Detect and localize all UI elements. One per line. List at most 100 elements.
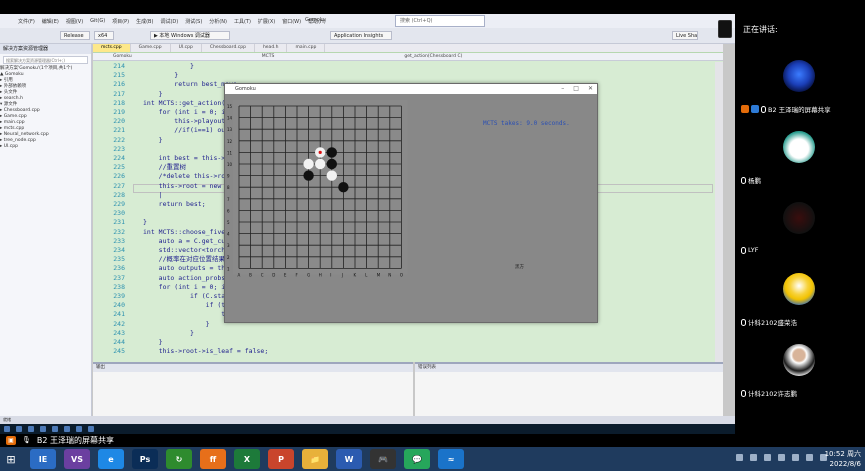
editor-tab[interactable]: main.cpp	[287, 44, 326, 52]
last-move-marker	[318, 150, 322, 154]
participant-name-row: 计科2102盛荣浩	[741, 317, 797, 327]
app-insights-button[interactable]: Application Insights	[330, 31, 392, 40]
editor-tab[interactable]: mcts.cpp	[93, 44, 131, 52]
mic-icon	[741, 389, 746, 397]
config-dropdown[interactable]: Release	[60, 31, 90, 40]
mic-icon	[741, 246, 746, 254]
participant-card[interactable]: LYF	[735, 194, 865, 264]
col-label: G	[307, 272, 310, 277]
line-number: 224	[113, 154, 125, 162]
taskbar-app-icon[interactable]: VS	[64, 449, 90, 469]
solution-item[interactable]: ▸ UI.cpp	[0, 144, 91, 150]
taskbar-app-icon[interactable]: ff	[200, 449, 226, 469]
editor-tab[interactable]: head.h	[255, 44, 288, 52]
minimize-icon[interactable]: –	[561, 84, 564, 94]
menu-item[interactable]: 测试(S)	[185, 18, 202, 25]
tray-icon[interactable]	[778, 454, 785, 461]
participant-name-row: B2 王泽瑞的屏幕共享	[741, 104, 831, 114]
tray-icon[interactable]	[750, 454, 757, 461]
editor-tab[interactable]: Game.cpp	[131, 44, 171, 52]
line-number: 233	[113, 236, 125, 245]
gomoku-titlebar[interactable]: Gomoku – □ ✕	[225, 84, 597, 94]
vs-search-input[interactable]: 搜索 (Ctrl+Q)	[395, 15, 485, 27]
taskbar-app-icon[interactable]: X	[234, 449, 260, 469]
tray-icon[interactable]	[764, 454, 771, 461]
menu-item[interactable]: Git(G)	[90, 18, 105, 24]
code-text: |	[143, 190, 163, 199]
avatar	[783, 60, 815, 92]
taskbar-app-icon[interactable]: e	[98, 449, 124, 469]
code-text: }	[143, 71, 179, 80]
gomoku-board[interactable]: 151413121110987654321A B C D E F G H I J K L M N O	[225, 94, 597, 322]
taskbar-app-icon[interactable]: IE	[30, 449, 56, 469]
editor-tab[interactable]: Chessboard.cpp	[202, 44, 255, 52]
editor-navbar: Gomoku MCTS get_action(Chessboard C)	[93, 53, 723, 61]
participant-name: 计科2102盛荣浩	[748, 319, 798, 327]
code-text: //概率在对应位置结果	[143, 255, 225, 264]
menu-item[interactable]: 扩展(X)	[258, 18, 275, 25]
nav-dropdown[interactable]: get_action(Chessboard C)	[404, 53, 462, 60]
tray-icon[interactable]	[806, 454, 813, 461]
code-text: auto action_probs	[143, 273, 226, 282]
code-text: std::vector<torch:	[143, 246, 230, 254]
col-label: K	[354, 272, 357, 277]
participant-card[interactable]: 杨鹏	[735, 123, 865, 193]
participant-card[interactable]: B2 王泽瑞的屏幕共享	[735, 52, 865, 122]
taskbar-app-icon[interactable]: 🎮	[370, 449, 396, 469]
participant-name-row: LYF	[741, 246, 758, 254]
code-text: for (int i = 0; i	[143, 108, 226, 116]
nav-dropdown[interactable]: Gomoku	[113, 53, 132, 60]
screen-share-label: ▣ 🎙 B2 王泽瑞的屏幕共享	[0, 434, 735, 447]
participant-card[interactable]: 计科2102盛荣浩	[735, 265, 865, 335]
gomoku-canvas[interactable]: 15 14 13 12 11 10 9 8 7 6 5 4 3 2 1 A B C D E F G H I J K L M N O MCT…	[225, 94, 597, 322]
solution-search-input[interactable]: 搜索解决方案资源管理器(Ctrl+;)	[3, 56, 88, 64]
white-stone	[326, 170, 337, 181]
participant-name-row: 杨鹏	[741, 175, 761, 185]
run-debugger-button[interactable]: ▶ 本地 Windows 调试器	[150, 31, 230, 40]
row-label: 2	[227, 255, 230, 260]
code-text: for (int i = 0; i	[143, 282, 226, 291]
taskbar-app-icon[interactable]: 📁	[302, 449, 328, 469]
menu-item[interactable]: 生成(B)	[136, 18, 153, 25]
menu-item[interactable]: 分析(N)	[209, 18, 227, 25]
editor-tab[interactable]: UI.cpp	[171, 44, 202, 52]
menu-item[interactable]: 窗口(W)	[282, 18, 301, 25]
code-text: int best = this->g	[143, 154, 230, 162]
line-number: 241	[113, 310, 125, 319]
taskbar-app-icon[interactable]: P	[268, 449, 294, 469]
menu-item[interactable]: 视图(V)	[66, 18, 83, 25]
menu-item[interactable]: 调试(D)	[160, 18, 178, 25]
maximize-icon[interactable]: □	[573, 84, 579, 94]
taskbar-app-icon[interactable]: ≈	[438, 449, 464, 469]
tray-icon[interactable]	[736, 454, 743, 461]
taskbar-app-icon[interactable]: ↻	[166, 449, 192, 469]
taskbar-app-icon[interactable]: 💬	[404, 449, 430, 469]
platform-dropdown[interactable]: x64	[94, 31, 114, 40]
col-label: B	[249, 272, 252, 277]
row-label: 4	[227, 232, 230, 237]
self-camera-thumbnail[interactable]	[718, 20, 732, 38]
speaking-label: 正在讲话:	[743, 25, 778, 34]
editor-scrollbar[interactable]	[715, 62, 723, 362]
line-number: 231	[113, 218, 125, 227]
menu-item[interactable]: 编辑(E)	[42, 18, 59, 25]
taskbar-app-icon[interactable]: W	[336, 449, 362, 469]
participant-card[interactable]: 计科2102许志鹏	[735, 336, 865, 406]
live-share-button[interactable]: Live Share	[672, 31, 698, 40]
mic-icon	[741, 176, 746, 184]
system-clock[interactable]: 10:52 周六 2022/8/6	[825, 449, 861, 469]
code-text: return best;	[143, 200, 206, 208]
menu-item[interactable]: 项目(P)	[112, 18, 129, 25]
col-label: O	[400, 272, 403, 277]
line-number: 244	[113, 338, 125, 346]
line-number: 242	[113, 319, 125, 328]
menu-item[interactable]: 文件(F)	[18, 18, 35, 25]
tray-icon[interactable]	[792, 454, 799, 461]
gomoku-window[interactable]: Gomoku – □ ✕ 15 14 13 12 11 10 9 8 7 6 5 4 3 2 1 A B C D E F…	[224, 83, 598, 323]
col-label: D	[272, 272, 275, 277]
close-icon[interactable]: ✕	[588, 84, 593, 94]
taskbar-app-icon[interactable]: Ps	[132, 449, 158, 469]
nav-dropdown[interactable]: MCTS	[262, 53, 275, 60]
menu-item[interactable]: 工具(T)	[234, 18, 251, 25]
start-button[interactable]: ⊞	[0, 447, 22, 471]
